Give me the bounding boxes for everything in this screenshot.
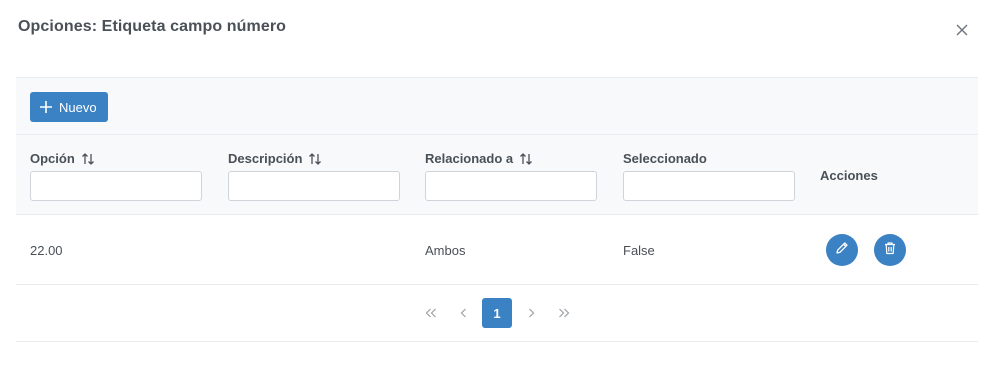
options-dialog: Opciones: Etiqueta campo número Nuevo Op… xyxy=(0,0,995,381)
trash-icon xyxy=(883,241,897,260)
column-label-descripcion: Descripción xyxy=(228,151,303,166)
cell-relacionado: Ambos xyxy=(425,242,466,258)
plus-icon xyxy=(39,100,53,114)
column-label-relacionado: Relacionado a xyxy=(425,151,514,166)
filter-input-seleccionado[interactable] xyxy=(623,171,795,201)
next-page-icon[interactable] xyxy=(516,298,546,328)
column-header-opcion[interactable]: Opción xyxy=(30,151,95,166)
options-table: Nuevo Opción Descripción Relacionado a S… xyxy=(16,77,978,342)
filter-input-descripcion[interactable] xyxy=(228,171,400,201)
paginator: 1 xyxy=(16,285,978,342)
column-header-descripcion[interactable]: Descripción xyxy=(228,151,322,166)
table-toolbar: Nuevo xyxy=(16,77,978,135)
filter-input-opcion[interactable] xyxy=(30,171,202,201)
column-header-seleccionado: Seleccionado xyxy=(623,151,707,166)
delete-button[interactable] xyxy=(874,234,906,266)
page-button-current[interactable]: 1 xyxy=(482,298,512,328)
sort-icon xyxy=(308,152,322,166)
first-page-icon[interactable] xyxy=(416,298,446,328)
new-button-label: Nuevo xyxy=(59,99,97,115)
sort-icon xyxy=(519,152,533,166)
cell-opcion: 22.00 xyxy=(30,242,63,258)
pencil-icon xyxy=(835,241,849,260)
edit-button[interactable] xyxy=(826,234,858,266)
sort-icon xyxy=(81,152,95,166)
filter-input-relacionado[interactable] xyxy=(425,171,597,201)
column-label-opcion: Opción xyxy=(30,151,75,166)
dialog-header: Opciones: Etiqueta campo número xyxy=(18,18,977,42)
column-header-relacionado[interactable]: Relacionado a xyxy=(425,151,533,166)
prev-page-icon[interactable] xyxy=(449,298,479,328)
dialog-title: Opciones: Etiqueta campo número xyxy=(18,18,287,35)
close-icon[interactable] xyxy=(955,23,969,37)
table-header: Opción Descripción Relacionado a Selecci… xyxy=(16,135,978,215)
new-button[interactable]: Nuevo xyxy=(30,92,108,122)
column-label-seleccionado: Seleccionado xyxy=(623,151,707,166)
table-row: 22.00 Ambos False xyxy=(16,215,978,285)
last-page-icon[interactable] xyxy=(549,298,579,328)
cell-seleccionado: False xyxy=(623,242,655,258)
column-label-acciones: Acciones xyxy=(820,168,878,183)
